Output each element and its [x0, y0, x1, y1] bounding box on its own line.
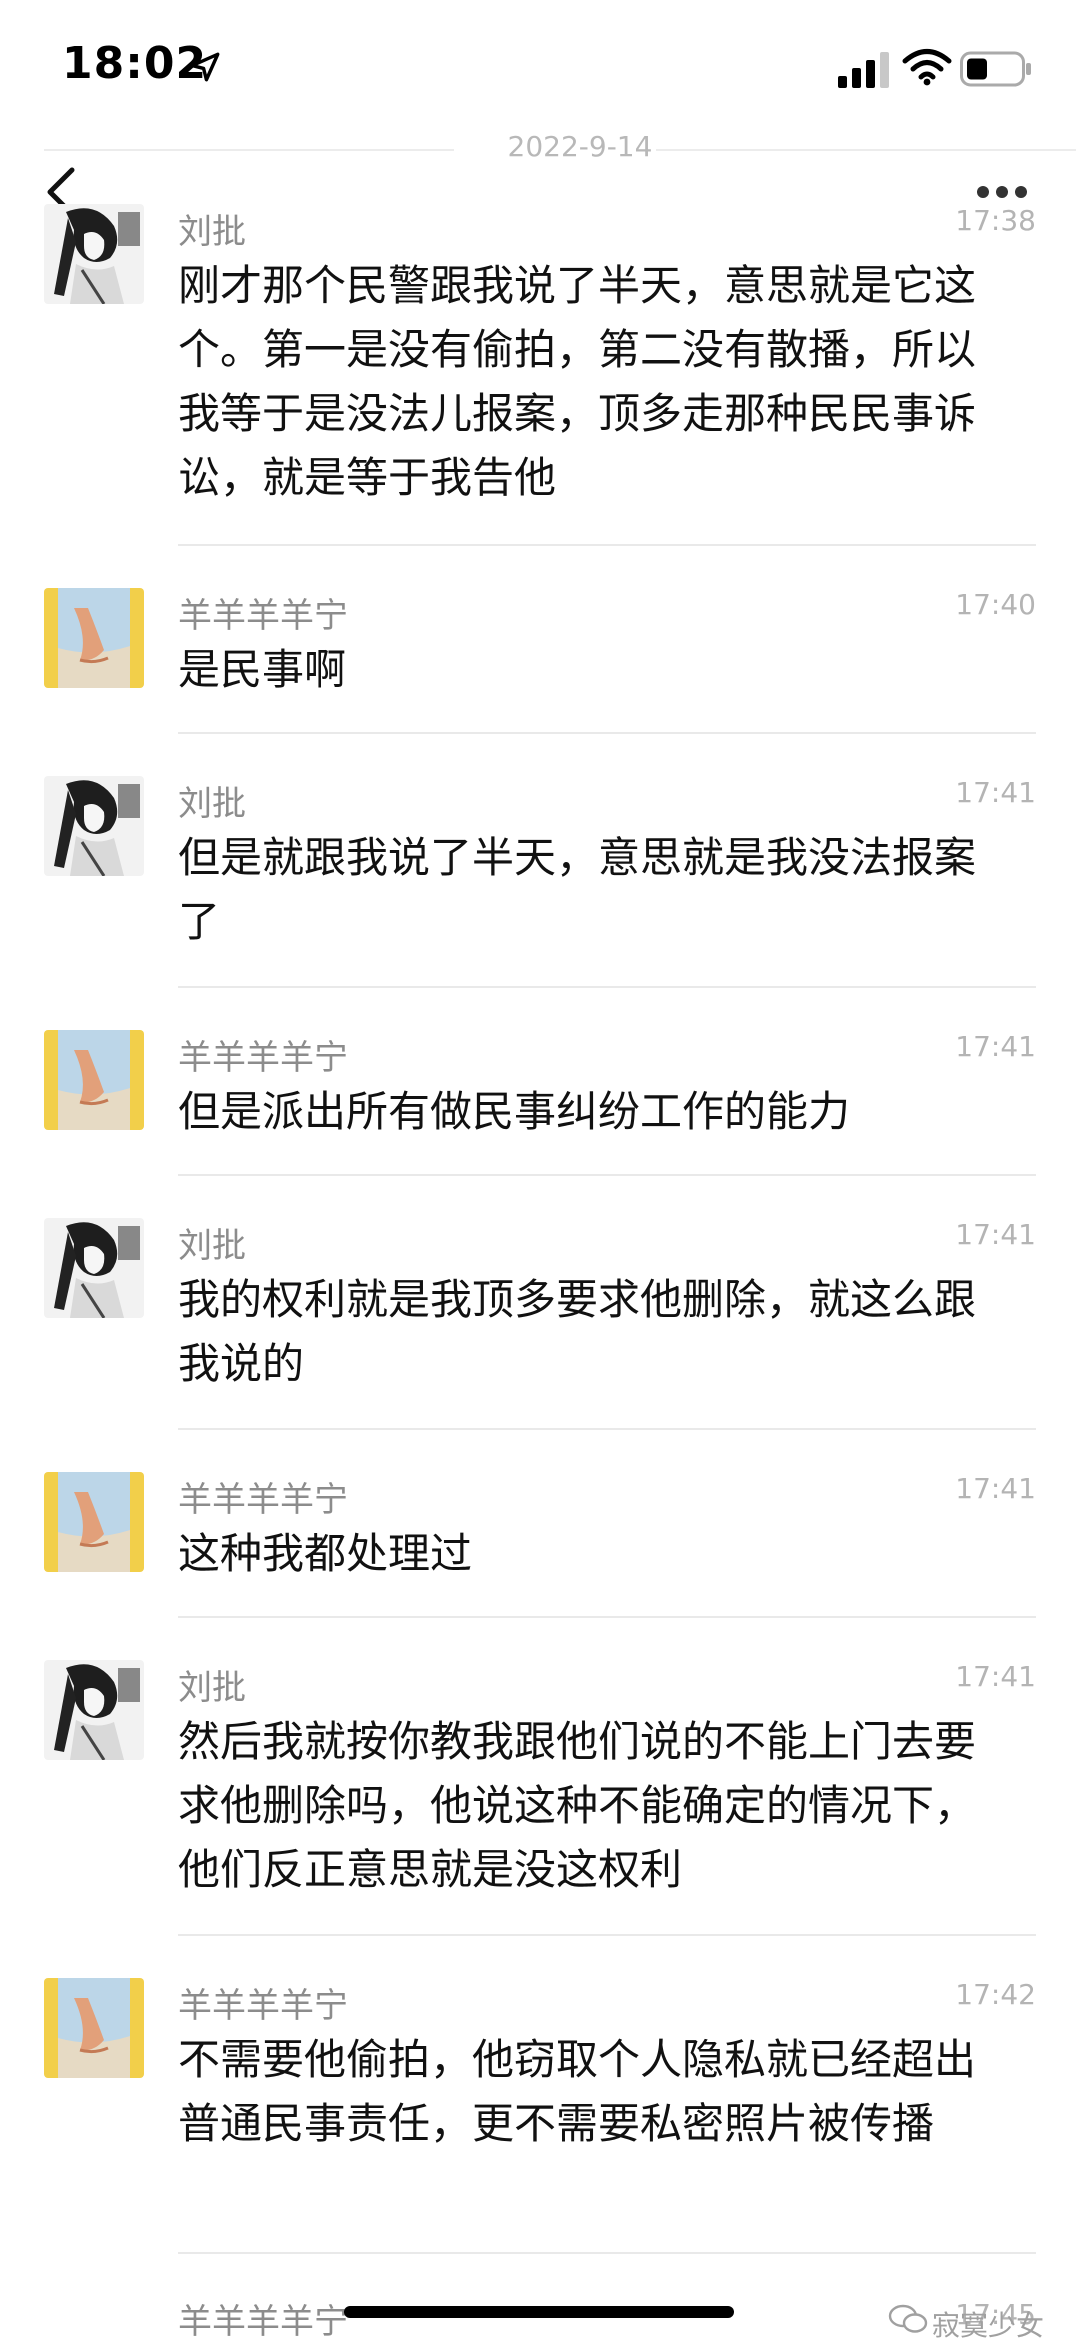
message-divider	[178, 1428, 1036, 1430]
chat-date: 2022-9-14	[507, 130, 653, 163]
divider-line	[44, 149, 454, 151]
message-time: 17:38	[955, 204, 1036, 237]
message-time: 17:42	[955, 1978, 1036, 2011]
message-time: 17:41	[955, 1660, 1036, 1693]
watermark: 寂寞少女	[888, 2302, 1068, 2342]
wifi-icon	[902, 49, 952, 86]
avatar-yangning[interactable]	[44, 1472, 144, 1572]
message-text: 这种我都处理过	[178, 1529, 473, 1578]
message-divider	[178, 986, 1036, 988]
divider-line	[656, 149, 1076, 151]
message-divider	[178, 1174, 1036, 1176]
sender-name: 羊羊羊羊宁	[178, 1038, 348, 1078]
more-dots-icon[interactable]	[975, 184, 1029, 200]
message-text: 然后我就按你教我跟他们说的不能上门去要求他删除吗，他说这种不能确定的情况下，他们…	[178, 1717, 977, 1894]
avatar-liupi[interactable]	[44, 1660, 144, 1760]
date-separator: 2022-9-14	[40, 130, 1076, 170]
location-arrow-icon	[190, 52, 220, 82]
sender-name: 羊羊羊羊宁	[178, 2302, 348, 2337]
message-text: 不需要他偷拍，他窃取个人隐私就已经超出普通民事责任，更不需要私密照片被传播	[178, 2035, 977, 2148]
sender-name: 羊羊羊羊宁	[178, 1986, 348, 2026]
sender-name: 羊羊羊羊宁	[178, 596, 348, 636]
avatar-liupi[interactable]	[44, 204, 144, 304]
status-bar: 18:02	[0, 0, 1080, 130]
message-divider	[178, 732, 1036, 734]
message-divider	[178, 2252, 1036, 2254]
message-time: 17:40	[955, 588, 1036, 621]
message-divider	[178, 1934, 1036, 1936]
message-text: 我的权利就是我顶多要求他删除，就这么跟我说的	[178, 1275, 977, 1388]
sender-name: 刘批	[178, 784, 246, 824]
message-time: 17:41	[955, 1030, 1036, 1063]
message-divider	[178, 544, 1036, 546]
avatar-liupi[interactable]	[44, 1218, 144, 1318]
message-text: 但是就跟我说了半天，意思就是我没法报案了	[178, 833, 977, 946]
avatar-yangning[interactable]	[44, 1030, 144, 1130]
sender-name: 刘批	[178, 1226, 246, 1266]
signal-icon	[838, 52, 889, 88]
sender-name: 刘批	[178, 212, 246, 252]
battery-icon	[960, 51, 1031, 87]
message-divider	[178, 1616, 1036, 1618]
status-time: 18:02	[62, 38, 208, 89]
sender-name: 羊羊羊羊宁	[178, 1480, 348, 1520]
message-time: 17:41	[955, 1472, 1036, 1505]
message-text: 是民事啊	[178, 645, 347, 694]
avatar-yangning[interactable]	[44, 588, 144, 688]
avatar-liupi[interactable]	[44, 776, 144, 876]
avatar-yangning[interactable]	[44, 1978, 144, 2078]
watermark-text: 寂寞少女	[932, 2309, 1045, 2342]
home-indicator[interactable]	[344, 2306, 734, 2318]
wechat-icon	[888, 2304, 928, 2333]
message-text: 但是派出所有做民事纠纷工作的能力	[178, 1087, 851, 1136]
message-time: 17:41	[955, 1218, 1036, 1251]
message-time: 17:41	[955, 776, 1036, 809]
sender-name: 刘批	[178, 1668, 246, 1708]
message-text: 刚才那个民警跟我说了半天，意思就是它这个。第一是没有偷拍，第二没有散播，所以我等…	[178, 261, 977, 502]
